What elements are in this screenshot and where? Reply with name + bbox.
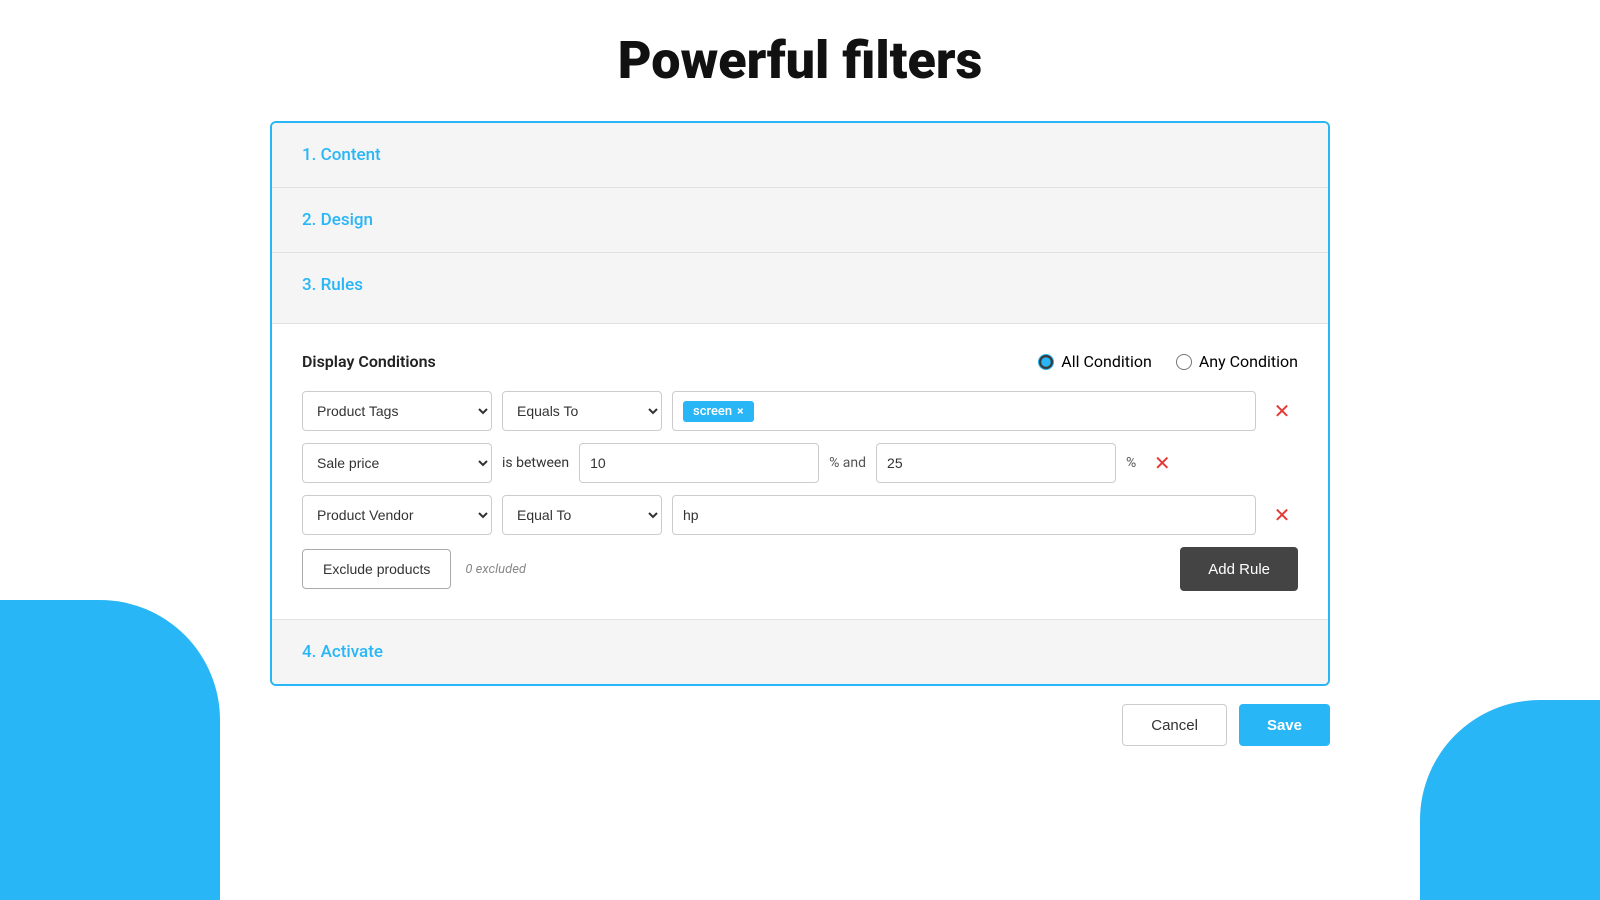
section-activate: 4. Activate [272, 620, 1328, 684]
rule-row-3: Product Vendor Product Tags Sale price P… [302, 495, 1298, 535]
radio-any-condition[interactable]: Any Condition [1176, 352, 1298, 371]
rule2-type-select[interactable]: Sale price Product Tags Product Vendor P… [302, 443, 492, 483]
footer-left: Exclude products 0 excluded [302, 549, 526, 589]
condition-radio-group: All Condition Any Condition [1038, 352, 1298, 371]
rule1-condition-select[interactable]: Equals To Not Equals To Contains Not Con… [502, 391, 662, 431]
radio-all-input[interactable] [1038, 354, 1054, 370]
rule1-tag-badge: screen × [683, 401, 754, 422]
exclude-products-button[interactable]: Exclude products [302, 549, 451, 589]
radio-any-label: Any Condition [1199, 352, 1298, 371]
page-title: Powerful filters [618, 30, 982, 91]
conditions-footer: Exclude products 0 excluded Add Rule [302, 547, 1298, 591]
radio-any-input[interactable] [1176, 354, 1192, 370]
rule-row-2: Sale price Product Tags Product Vendor P… [302, 443, 1298, 483]
rule1-delete-button[interactable]: ✕ [1266, 395, 1298, 427]
display-conditions-area: Display Conditions All Condition Any Con… [272, 324, 1328, 620]
save-button[interactable]: Save [1239, 704, 1330, 746]
bottom-bar: Cancel Save [270, 704, 1330, 746]
section-design: 2. Design [272, 188, 1328, 253]
rule3-type-select[interactable]: Product Vendor Product Tags Sale price P… [302, 495, 492, 535]
rule3-vendor-input[interactable] [672, 495, 1256, 535]
add-rule-button[interactable]: Add Rule [1180, 547, 1298, 591]
rule-row-1: Product Tags Sale price Product Vendor P… [302, 391, 1298, 431]
excluded-count-label: 0 excluded [465, 562, 526, 577]
rule1-tag-text: screen [693, 404, 732, 419]
rule3-delete-button[interactable]: ✕ [1266, 499, 1298, 531]
conditions-header: Display Conditions All Condition Any Con… [302, 352, 1298, 371]
section-design-link[interactable]: 2. Design [302, 210, 373, 230]
rule2-percent-and-label: % and [829, 455, 866, 471]
section-content-link[interactable]: 1. Content [302, 145, 381, 165]
radio-all-condition[interactable]: All Condition [1038, 352, 1152, 371]
section-activate-link[interactable]: 4. Activate [302, 642, 383, 662]
cancel-button[interactable]: Cancel [1122, 704, 1227, 746]
main-card: 1. Content 2. Design 3. Rules Display Co… [270, 121, 1330, 686]
rule2-value-from[interactable] [579, 443, 819, 483]
section-content: 1. Content [272, 123, 1328, 188]
radio-all-label: All Condition [1061, 352, 1152, 371]
rule1-tag-close-icon[interactable]: × [737, 405, 743, 417]
rule2-value-to[interactable] [876, 443, 1116, 483]
rule3-condition-select[interactable]: Equal To Not Equal To Contains Not Conta… [502, 495, 662, 535]
rule2-percent-label: % [1126, 455, 1136, 471]
rule2-delete-button[interactable]: ✕ [1146, 447, 1178, 479]
rules-section-title: 3. Rules [302, 275, 1298, 295]
conditions-label: Display Conditions [302, 352, 436, 371]
section-rules: 3. Rules [272, 253, 1328, 324]
rule1-type-select[interactable]: Product Tags Sale price Product Vendor P… [302, 391, 492, 431]
rule1-tag-container: screen × [672, 391, 1256, 431]
rule2-between-label: is between [502, 455, 569, 471]
